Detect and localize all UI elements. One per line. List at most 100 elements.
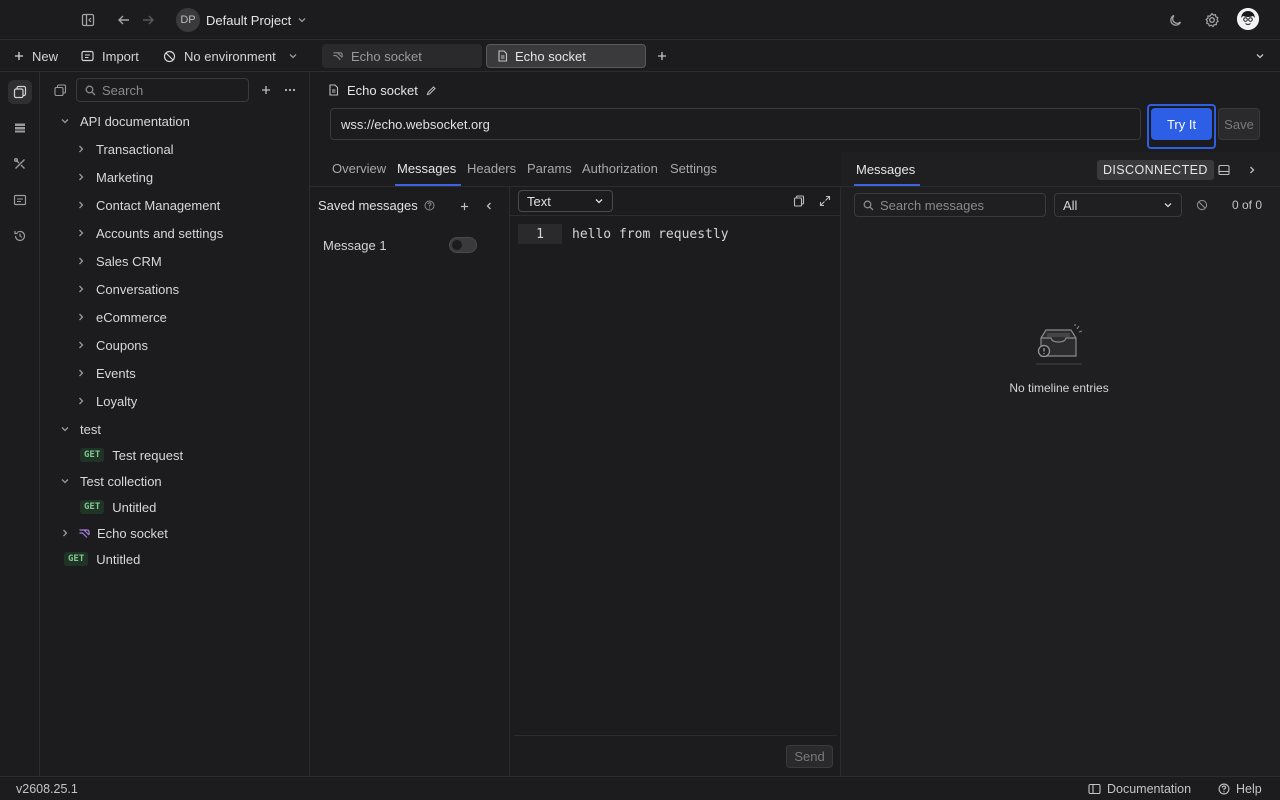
clear-messages-icon[interactable] [1194, 197, 1210, 213]
try-it-button[interactable]: Try It [1151, 108, 1212, 140]
format-select[interactable]: Text [518, 190, 613, 212]
timeline-header: Messages DISCONNECTED [841, 152, 1280, 187]
stack-icon[interactable] [8, 116, 32, 140]
new-tab-plus-icon[interactable] [654, 48, 670, 64]
tree-folder[interactable]: Accounts and settings [76, 221, 223, 245]
tab-strip: Echo socket Echo socket [310, 40, 1280, 72]
chevron-right-icon[interactable] [1244, 162, 1260, 178]
search-messages-input[interactable]: Search messages [854, 193, 1046, 217]
collections-icon[interactable] [8, 80, 32, 104]
help-link[interactable]: Help [1218, 781, 1262, 797]
environment-select[interactable]: No environment [163, 46, 298, 66]
theme-moon-icon[interactable] [1166, 10, 1186, 30]
settings-gear-icon[interactable] [1202, 10, 1222, 30]
saved-messages-panel: Saved messages Message 1 [310, 187, 510, 776]
sidebar-actions: New Import No environment [0, 40, 310, 72]
edit-pencil-icon[interactable] [426, 85, 437, 96]
document-icon [497, 50, 508, 62]
user-avatar[interactable] [1237, 8, 1259, 30]
tree-folder[interactable]: Events [76, 361, 136, 385]
tree-label: Conversations [96, 281, 180, 297]
message-editor: Text 1 hello from requestly Send [510, 187, 841, 776]
request-name: Echo socket [347, 82, 418, 98]
tab-overview[interactable]: Overview [332, 161, 386, 176]
empty-inbox-icon [1033, 324, 1085, 370]
tabs-menu-chevron-icon[interactable] [1252, 48, 1268, 64]
new-button[interactable]: New [14, 46, 58, 66]
back-arrow-icon[interactable] [114, 10, 134, 30]
chevron-right-icon [76, 368, 86, 378]
history-icon[interactable] [8, 224, 32, 248]
top-bar: DP Default Project [0, 0, 1280, 40]
add-icon[interactable] [258, 82, 274, 98]
tree-folder[interactable]: Sales CRM [76, 249, 162, 273]
send-button[interactable]: Send [786, 745, 833, 768]
toggle-sidebar-icon[interactable] [78, 10, 98, 30]
copy-icon[interactable] [791, 193, 807, 209]
help-label: Help [1236, 782, 1262, 796]
tree-folder[interactable]: Conversations [76, 277, 179, 301]
tree-label: Untitled [112, 499, 157, 515]
method-badge: GET [64, 552, 89, 566]
tab-settings[interactable]: Settings [670, 161, 717, 176]
environment-label: No environment [184, 48, 276, 64]
collapse-chevron-left-icon[interactable] [482, 199, 496, 213]
tree-request[interactable]: GET Untitled [80, 495, 156, 519]
tree-folder[interactable]: Transactional [76, 137, 174, 161]
tools-icon[interactable] [8, 152, 32, 176]
code-line[interactable]: hello from requestly [572, 224, 729, 244]
tree-request[interactable]: GET Test request [80, 443, 183, 467]
tree-websocket[interactable]: Echo socket [60, 521, 168, 545]
tab-echo-socket-active[interactable]: Echo socket [486, 44, 646, 68]
help-circle-icon[interactable] [424, 200, 435, 211]
tree-folder[interactable]: Coupons [76, 333, 148, 357]
sidebar-search-input[interactable]: Search [76, 78, 249, 102]
forward-arrow-icon[interactable] [138, 10, 158, 30]
editor-divider [510, 215, 840, 216]
tab-authorization[interactable]: Authorization [582, 161, 658, 176]
tree-label: Marketing [96, 169, 154, 185]
tree-label: Test request [112, 447, 184, 463]
chevron-right-icon [76, 284, 86, 294]
tab-messages-timeline[interactable]: Messages [856, 162, 915, 177]
saved-messages-title: Saved messages [318, 198, 418, 213]
chevron-right-icon [76, 340, 86, 350]
documentation-link[interactable]: Documentation [1088, 781, 1191, 797]
tree-folder[interactable]: Marketing [76, 165, 153, 189]
connection-status-badge: DISCONNECTED [1097, 160, 1214, 180]
panel-layout-icon[interactable] [1216, 162, 1232, 178]
more-options-icon[interactable] [282, 82, 298, 98]
tab-echo-socket[interactable]: Echo socket [322, 44, 482, 68]
project-avatar: DP [176, 8, 200, 32]
collection-view-icon[interactable] [52, 82, 68, 98]
empty-timeline-text: No timeline entries [1009, 381, 1109, 395]
tab-messages[interactable]: Messages [397, 161, 456, 176]
tree-label: Contact Management [96, 197, 221, 213]
id-card-icon[interactable] [8, 188, 32, 212]
tab-headers[interactable]: Headers [467, 161, 516, 176]
expand-icon[interactable] [817, 193, 833, 209]
chevron-down-icon [60, 424, 70, 434]
saved-message-item[interactable]: Message 1 [310, 233, 509, 259]
tree-folder[interactable]: Loyalty [76, 389, 137, 413]
active-tab-underline [395, 184, 461, 186]
document-icon [328, 84, 339, 96]
tree-request[interactable]: GET Untitled [64, 547, 140, 571]
toggle-knob [452, 240, 462, 250]
url-input[interactable]: wss://echo.websocket.org [330, 108, 1141, 140]
import-button[interactable]: Import [81, 46, 139, 66]
message-enable-toggle[interactable] [449, 237, 477, 253]
message-filter-select[interactable]: All [1054, 193, 1182, 217]
chevron-right-icon [76, 200, 86, 210]
tree-folder[interactable]: API documentation [60, 109, 190, 133]
save-button[interactable]: Save [1218, 108, 1260, 140]
tree-label: Echo socket [97, 525, 168, 541]
tree-folder[interactable]: test [60, 417, 101, 441]
add-message-icon[interactable] [457, 199, 471, 213]
book-icon [1088, 783, 1101, 795]
tree-folder[interactable]: Test collection [60, 469, 162, 493]
tree-folder[interactable]: eCommerce [76, 305, 167, 329]
tab-params[interactable]: Params [527, 161, 572, 176]
tree-folder[interactable]: Contact Management [76, 193, 220, 217]
project-switcher[interactable]: DP Default Project [176, 8, 307, 32]
